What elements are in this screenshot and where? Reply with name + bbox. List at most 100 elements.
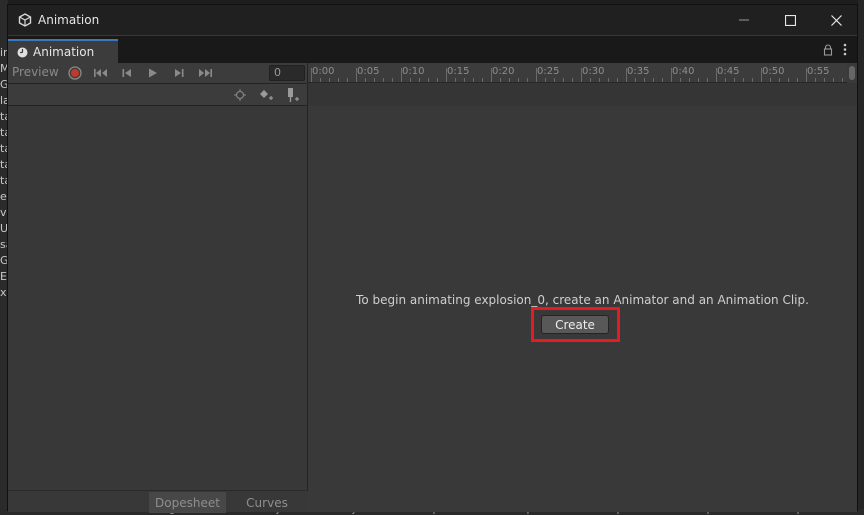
maximize-button[interactable] xyxy=(767,5,813,35)
timeline-tick xyxy=(833,78,834,82)
timeline-tick xyxy=(725,78,726,82)
play-icon xyxy=(149,68,157,78)
timeline-tick xyxy=(581,68,582,82)
timeline-tick xyxy=(482,78,483,82)
timeline-ruler[interactable]: 0:00 0:05 0:10 0:15 0:20 0:25 0:30 0:35 0:40 0:45… xyxy=(308,63,857,83)
previous-keyframe-button[interactable] xyxy=(116,64,138,82)
play-button[interactable] xyxy=(142,64,164,82)
curve-tools-toolbar xyxy=(8,84,308,106)
timeline-tick xyxy=(410,78,411,82)
dopesheet-area: To begin animating explosion_0, create a… xyxy=(308,106,857,512)
timeline-tick xyxy=(518,78,519,82)
timeline-tick xyxy=(428,78,429,82)
timeline-tick xyxy=(500,78,501,82)
close-icon xyxy=(830,14,842,26)
skip-to-end-icon xyxy=(199,69,212,77)
last-keyframe-button[interactable] xyxy=(194,64,216,82)
playback-toolbar: Preview 0 xyxy=(8,63,308,84)
create-button[interactable]: Create xyxy=(541,315,609,334)
timeline-tick xyxy=(842,78,843,82)
lock-icon[interactable] xyxy=(823,44,833,56)
timeline-tick xyxy=(689,78,690,82)
event-strip[interactable] xyxy=(308,83,857,106)
step-back-icon xyxy=(122,69,131,77)
timeline-tick xyxy=(347,78,348,82)
title-bar[interactable]: Animation xyxy=(8,5,857,35)
tab-bar: Animation xyxy=(8,36,857,63)
ruler-scrollbar[interactable] xyxy=(847,63,857,83)
timeline-tick xyxy=(653,78,654,82)
minimize-icon xyxy=(739,19,749,21)
first-keyframe-button[interactable] xyxy=(90,64,112,82)
timeline-tick xyxy=(617,78,618,82)
timeline-tick xyxy=(392,78,393,82)
timeline-tick-label: 0:25 xyxy=(537,66,560,77)
timeline-tick-label: 0:45 xyxy=(717,66,740,77)
preview-toggle[interactable]: Preview xyxy=(12,65,59,79)
timeline-tick xyxy=(374,78,375,82)
timeline-tick xyxy=(644,78,645,82)
unity-logo-icon xyxy=(18,13,32,27)
timeline-tick xyxy=(365,78,366,82)
close-button[interactable] xyxy=(813,5,859,35)
timeline-tick xyxy=(662,78,663,82)
clock-icon xyxy=(17,47,28,57)
animation-window: Animation Animation Preview 0 Dopesheet … xyxy=(7,4,858,513)
timeline-tick xyxy=(680,78,681,82)
background-inspector-strip xyxy=(858,0,864,515)
property-list-panel xyxy=(8,106,308,490)
timeline-tick-label: 0:50 xyxy=(762,66,785,77)
timeline-tick xyxy=(545,78,546,82)
skip-to-start-icon xyxy=(94,69,107,77)
timeline-tick xyxy=(815,78,816,82)
frame-number-field[interactable]: 0 xyxy=(269,65,305,81)
timeline-tick xyxy=(797,78,798,82)
timeline-tick xyxy=(401,68,402,82)
add-event-button[interactable] xyxy=(282,86,304,104)
timeline-tick xyxy=(437,78,438,82)
timeline-tick xyxy=(743,78,744,82)
timeline-tick-label: 0:00 xyxy=(312,66,335,77)
timeline-tick xyxy=(356,68,357,82)
record-icon xyxy=(68,66,82,80)
window-title: Animation xyxy=(38,13,100,27)
timeline-tick xyxy=(563,78,564,82)
timeline-tick xyxy=(311,68,312,82)
timeline-tick xyxy=(554,78,555,82)
tab-animation[interactable]: Animation xyxy=(8,39,118,63)
add-keyframe-icon xyxy=(260,90,273,100)
timeline-tick-label: 0:20 xyxy=(492,66,515,77)
timeline-tick xyxy=(626,68,627,82)
empty-state-message: To begin animating explosion_0, create a… xyxy=(356,293,809,307)
minimize-button[interactable] xyxy=(721,5,767,35)
timeline-tick xyxy=(338,78,339,82)
add-keyframe-button[interactable] xyxy=(255,86,277,104)
view-mode-bar: Dopesheet Curves xyxy=(8,490,308,513)
timeline-tick xyxy=(770,78,771,82)
add-event-icon xyxy=(288,88,299,102)
timeline-tick xyxy=(635,78,636,82)
timeline-tick xyxy=(707,78,708,82)
curves-tab[interactable]: Curves xyxy=(232,492,302,513)
kebab-menu-icon[interactable] xyxy=(843,43,847,56)
record-button[interactable] xyxy=(64,64,86,82)
scrollbar-thumb[interactable] xyxy=(849,66,855,80)
timeline-tick xyxy=(716,68,717,82)
maximize-icon xyxy=(784,14,796,26)
timeline-tick xyxy=(473,78,474,82)
dopesheet-tab[interactable]: Dopesheet xyxy=(149,492,226,513)
timeline-tick xyxy=(698,78,699,82)
timeline-tick xyxy=(599,78,600,82)
timeline-tick xyxy=(806,68,807,82)
next-keyframe-button[interactable] xyxy=(168,64,190,82)
filter-by-selection-button[interactable] xyxy=(229,86,251,104)
timeline-tick xyxy=(608,78,609,82)
timeline-tick xyxy=(329,78,330,82)
timeline-tick xyxy=(779,78,780,82)
tab-label: Animation xyxy=(33,45,95,59)
timeline-tick xyxy=(671,68,672,82)
timeline-tick xyxy=(527,78,528,82)
timeline-tick xyxy=(824,78,825,82)
crosshair-icon xyxy=(234,89,246,101)
timeline-tick xyxy=(536,68,537,82)
